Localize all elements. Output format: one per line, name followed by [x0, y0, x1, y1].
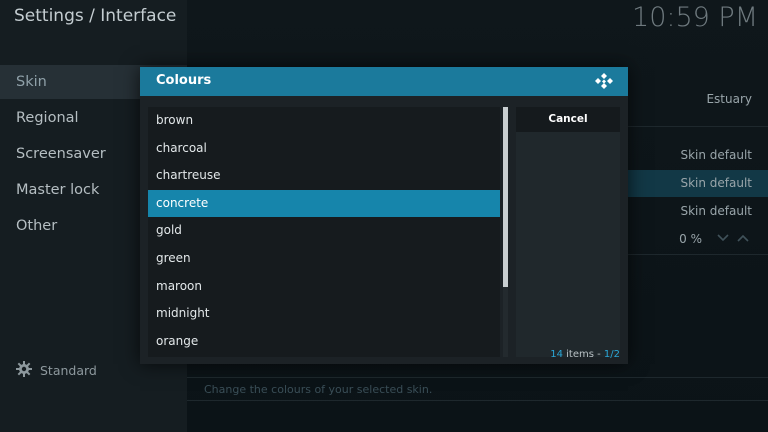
- setting-value: Skin default: [680, 148, 752, 162]
- breadcrumb: Settings / Interface: [14, 6, 177, 26]
- setting-value: Estuary: [706, 92, 752, 106]
- spin-arrows-icon[interactable]: [716, 226, 752, 253]
- dialog-side-panel: Cancel 14 items - 1/2: [516, 107, 620, 360]
- list-item[interactable]: gold: [148, 217, 500, 245]
- setting-value: Skin default: [680, 204, 752, 218]
- list-item[interactable]: chartreuse: [148, 162, 500, 190]
- scrollbar-thumb[interactable]: [503, 107, 508, 287]
- list-scrollbar[interactable]: [503, 107, 508, 357]
- list-item-selected[interactable]: concrete: [148, 189, 500, 218]
- kodi-logo-icon: [594, 72, 614, 92]
- settings-level-label: Standard: [40, 363, 97, 378]
- setting-value: Skin default: [680, 176, 752, 190]
- list-item[interactable]: orange: [148, 328, 500, 356]
- list-item[interactable]: maroon: [148, 273, 500, 301]
- items-count: 14 items - 1/2: [550, 349, 620, 360]
- settings-level-button[interactable]: Standard: [16, 361, 97, 380]
- colour-list[interactable]: brown charcoal chartreuse concrete gold …: [148, 107, 500, 357]
- list-item[interactable]: midnight: [148, 300, 500, 328]
- setting-description: Change the colours of your selected skin…: [187, 377, 768, 401]
- list-item[interactable]: charcoal: [148, 135, 500, 163]
- list-item[interactable]: brown: [148, 107, 500, 135]
- list-item[interactable]: green: [148, 245, 500, 273]
- gear-icon: [16, 361, 32, 380]
- setting-value: 0 %: [679, 232, 702, 246]
- colours-dialog: Colours brown charcoal chartreuse concre…: [140, 67, 628, 364]
- cancel-button[interactable]: Cancel: [516, 107, 620, 132]
- clock: 10:59 PM: [632, 2, 758, 33]
- dialog-header: Colours: [140, 67, 628, 96]
- dialog-title: Colours: [156, 73, 212, 88]
- items-count-text: items -: [562, 349, 604, 360]
- page-indicator: 1/2: [603, 349, 620, 360]
- items-count-number: 14: [550, 349, 563, 360]
